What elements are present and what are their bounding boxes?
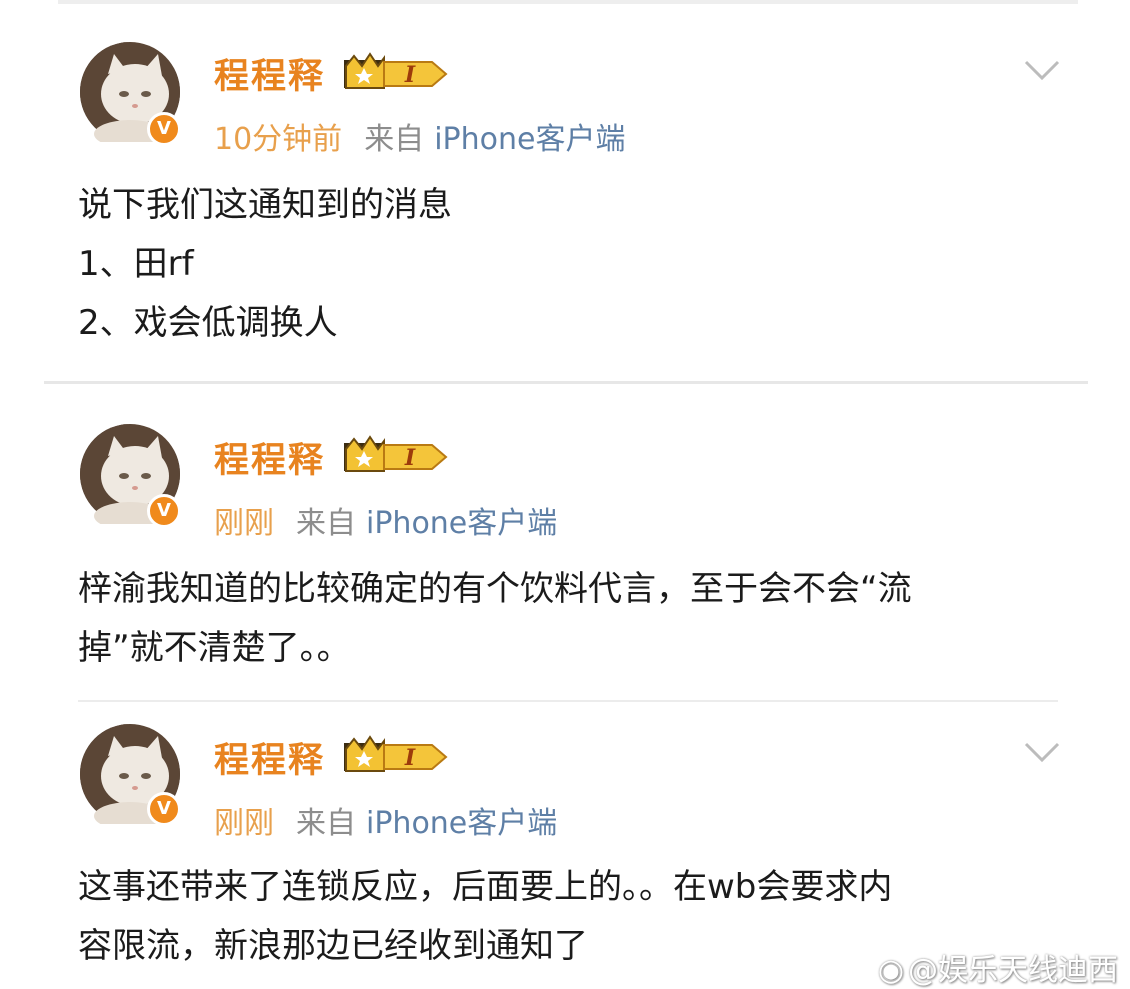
content-line: 2、戏会低调换人 xyxy=(78,303,338,343)
post-time: 刚刚 xyxy=(214,506,274,541)
crown-level-badge-icon[interactable]: I xyxy=(344,52,448,94)
content-line: 这事还带来了连锁反应，后面要上的。。在wb会要求内 xyxy=(78,867,893,907)
source-prefix: 来自 xyxy=(364,122,425,157)
svg-text:I: I xyxy=(404,62,416,88)
post-content: 说下我们这通知到的消息 1、田rf 2、戏会低调换人 xyxy=(78,176,1078,353)
chevron-down-icon[interactable] xyxy=(1022,58,1062,82)
chevron-down-icon[interactable] xyxy=(1022,740,1062,764)
watermark-text: @娱乐天线迪西 xyxy=(908,953,1118,988)
svg-text:I: I xyxy=(404,445,416,471)
post-meta: 刚刚 来自 iPhone客户端 xyxy=(214,498,557,542)
post-time: 刚刚 xyxy=(214,806,274,841)
source-prefix: 来自 xyxy=(296,806,356,841)
source-client[interactable]: iPhone客户端 xyxy=(366,506,557,541)
source-client[interactable]: iPhone客户端 xyxy=(366,806,557,841)
verified-v-icon: V xyxy=(147,792,181,826)
content-line: 梓渝我知道的比较确定的有个饮料代言，至于会不会“流 xyxy=(78,569,912,609)
post-divider xyxy=(78,700,1058,702)
verified-v-icon: V xyxy=(147,494,181,528)
post-meta: 10分钟前 来自 iPhone客户端 xyxy=(214,114,625,158)
content-line: 掉”就不清楚了。。 xyxy=(78,628,351,668)
content-line: 说下我们这通知到的消息 xyxy=(78,185,452,225)
content-line: 1、田rf xyxy=(78,244,194,284)
top-divider xyxy=(58,0,1078,4)
post-content: 梓渝我知道的比较确定的有个饮料代言，至于会不会“流 掉”就不清楚了。。 xyxy=(78,560,1078,678)
username[interactable]: 程程释 xyxy=(214,48,325,99)
source-client[interactable]: iPhone客户端 xyxy=(434,122,625,157)
post-meta: 刚刚 来自 iPhone客户端 xyxy=(214,798,557,842)
crown-level-badge-icon[interactable]: I xyxy=(344,735,448,777)
post-time: 10分钟前 xyxy=(214,122,343,157)
watermark: ◉ @娱乐天线迪西 xyxy=(878,945,1118,989)
post-divider xyxy=(44,381,1088,384)
username[interactable]: 程程释 xyxy=(214,432,325,483)
verified-v-icon: V xyxy=(147,112,181,146)
source-prefix: 来自 xyxy=(296,506,356,541)
weibo-logo-icon: ◉ xyxy=(877,953,904,988)
crown-level-badge-icon[interactable]: I xyxy=(344,435,448,477)
svg-text:I: I xyxy=(404,745,416,771)
username[interactable]: 程程释 xyxy=(214,732,325,783)
